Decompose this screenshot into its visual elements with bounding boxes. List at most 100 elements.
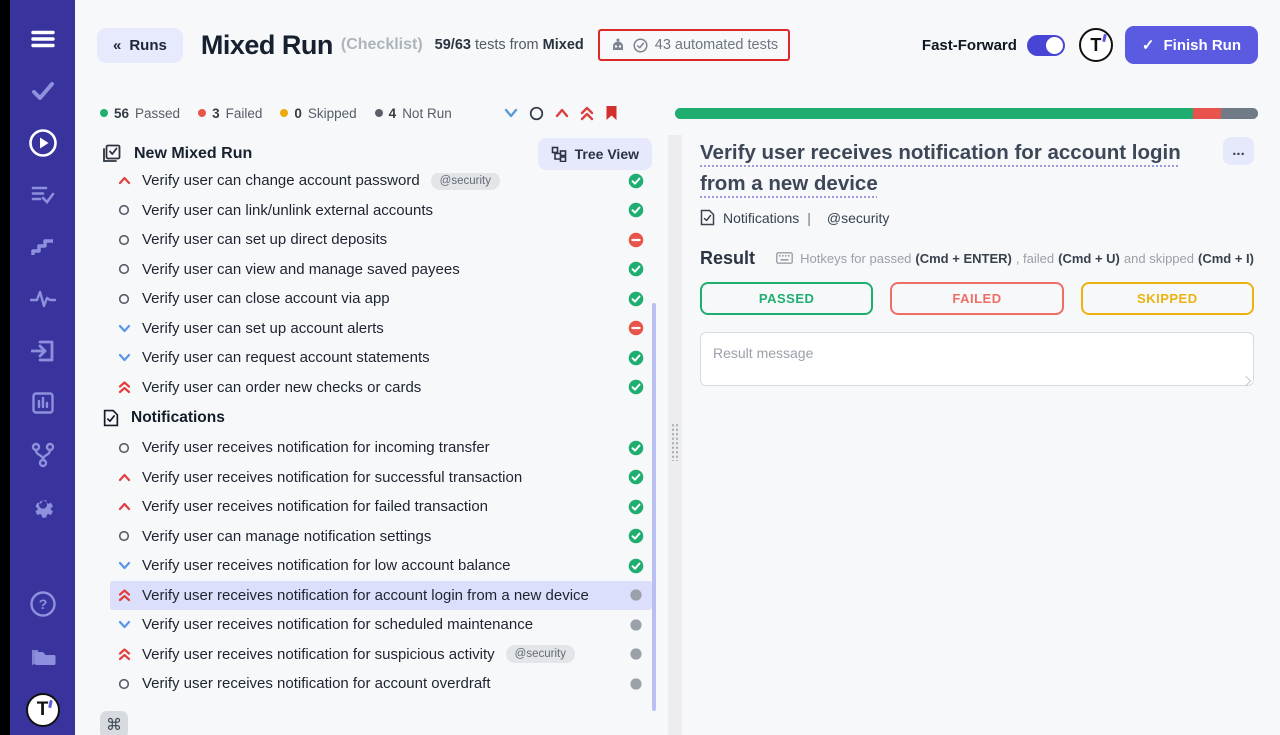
panel-resizer[interactable] xyxy=(668,135,682,735)
test-row-title: Verify user receives notification for su… xyxy=(142,469,522,486)
test-row[interactable]: Verify user receives notification for ac… xyxy=(110,669,652,699)
test-row[interactable]: Verify user can change account password @… xyxy=(110,173,652,196)
logo-accent xyxy=(48,700,53,708)
priority-high-icon xyxy=(118,472,131,483)
test-row[interactable]: Verify user can manage notification sett… xyxy=(110,522,652,552)
priority-normal-icon xyxy=(118,234,131,246)
status-passed-icon xyxy=(628,558,644,574)
status-passed-icon xyxy=(628,173,644,189)
result-message-input[interactable] xyxy=(700,332,1254,386)
play-circle-icon[interactable] xyxy=(28,128,58,158)
finish-run-button[interactable]: ✓ Finish Run xyxy=(1125,26,1258,64)
circle-icon[interactable] xyxy=(529,106,544,121)
test-row-title: Verify user can set up account alerts xyxy=(142,320,384,337)
document-check-icon xyxy=(103,409,119,427)
priority-normal-icon xyxy=(118,263,131,275)
folder-icon[interactable] xyxy=(28,641,58,671)
test-list-panel: New Mixed Run Tree View Verify user can … xyxy=(75,135,668,735)
test-row[interactable]: Verify user receives notification for su… xyxy=(110,640,652,670)
test-breadcrumb: Notifications | @security xyxy=(700,209,1254,226)
finish-run-label: Finish Run xyxy=(1164,37,1242,54)
fast-forward-label: Fast-Forward xyxy=(922,37,1017,54)
test-tag[interactable]: @security xyxy=(506,645,575,663)
test-row-title: Verify user can change account password xyxy=(142,173,420,189)
test-row[interactable]: Verify user can request account statemen… xyxy=(110,343,652,373)
app-logo-button[interactable]: T xyxy=(1079,28,1113,62)
menu-icon[interactable] xyxy=(28,24,58,54)
fast-forward-toggle[interactable] xyxy=(1027,35,1065,56)
test-row[interactable]: Verify user can set up direct deposits xyxy=(110,225,652,255)
suite-name[interactable]: Notifications xyxy=(723,210,799,226)
priority-normal-icon xyxy=(118,678,131,690)
list-scrollbar[interactable] xyxy=(652,303,656,711)
back-to-runs-button[interactable]: « Runs xyxy=(97,28,183,63)
count-failed[interactable]: 3Failed xyxy=(198,106,262,121)
testomat-logo[interactable]: T xyxy=(26,693,60,727)
test-detail-panel: Verify user receives notification for ac… xyxy=(682,135,1280,735)
test-list: Verify user can change account password @… xyxy=(75,173,668,735)
test-row[interactable]: Verify user can order new checks or card… xyxy=(110,373,652,403)
priority-low-icon xyxy=(118,352,131,363)
test-row-title: Verify user can order new checks or card… xyxy=(142,379,421,396)
test-row[interactable]: Verify user can set up account alerts xyxy=(110,314,652,344)
progress-segment-not_run xyxy=(1221,108,1258,119)
test-row[interactable]: Verify user can link/unlink external acc… xyxy=(110,196,652,226)
result-passed-button[interactable]: PASSED xyxy=(700,282,873,315)
double-chevron-up-icon[interactable] xyxy=(580,106,594,121)
test-row[interactable]: Verify user receives notification for in… xyxy=(110,433,652,463)
page-title: Mixed Run xyxy=(201,30,333,61)
status-passed-icon xyxy=(628,528,644,544)
status-passed-icon xyxy=(628,469,644,485)
count-skipped[interactable]: 0Skipped xyxy=(280,106,356,121)
automated-tests-badge[interactable]: 43 automated tests xyxy=(598,29,790,61)
run-title-group: New Mixed Run xyxy=(100,144,252,164)
command-palette-button[interactable]: ⌘ xyxy=(100,711,128,735)
login-icon[interactable] xyxy=(28,336,58,366)
test-row[interactable]: Verify user receives notification for ac… xyxy=(110,581,652,611)
help-icon[interactable]: ? xyxy=(28,589,58,619)
priority-urgent-icon xyxy=(118,381,131,394)
status-failed-icon xyxy=(628,232,644,248)
gear-icon[interactable] xyxy=(28,492,58,522)
test-row[interactable]: Verify user receives notification for lo… xyxy=(110,551,652,581)
tree-view-icon xyxy=(551,146,567,162)
bookmark-icon[interactable] xyxy=(605,105,618,121)
count-value: 0 xyxy=(294,106,302,121)
keyboard-icon xyxy=(776,252,793,264)
test-row[interactable]: Verify user can view and manage saved pa… xyxy=(110,255,652,285)
chevron-up-icon[interactable] xyxy=(555,107,569,119)
steps-icon[interactable] xyxy=(28,232,58,262)
pulse-icon[interactable] xyxy=(28,284,58,314)
result-failed-button[interactable]: FAILED xyxy=(890,282,1063,315)
section-header[interactable]: Notifications xyxy=(103,402,668,433)
test-row[interactable]: Verify user receives notification for su… xyxy=(110,463,652,493)
status-passed-icon xyxy=(628,350,644,366)
result-skipped-button[interactable]: SKIPPED xyxy=(1081,282,1254,315)
test-row-title: Verify user can request account statemen… xyxy=(142,349,430,366)
tree-view-label: Tree View xyxy=(575,146,639,162)
priority-high-icon xyxy=(118,175,131,186)
bar-chart-icon[interactable] xyxy=(28,388,58,418)
count-passed[interactable]: 56Passed xyxy=(100,106,180,121)
priority-urgent-icon xyxy=(118,648,131,661)
count-not-run[interactable]: 4Not Run xyxy=(375,106,452,121)
hotkeys-text: and skipped xyxy=(1124,251,1194,266)
check-icon[interactable] xyxy=(28,76,58,106)
test-row-title: Verify user can link/unlink external acc… xyxy=(142,202,433,219)
security-tag[interactable]: @security xyxy=(819,210,897,226)
test-row[interactable]: Verify user can close account via app xyxy=(110,284,652,314)
result-message-wrap xyxy=(700,332,1254,391)
branch-icon[interactable] xyxy=(28,440,58,470)
detail-title-row: Verify user receives notification for ac… xyxy=(700,137,1254,199)
more-options-button[interactable]: ... xyxy=(1223,137,1254,165)
chevron-down-icon[interactable] xyxy=(504,107,518,119)
test-row[interactable]: Verify user receives notification for sc… xyxy=(110,610,652,640)
priority-normal-icon xyxy=(118,442,131,454)
status-dot-icon xyxy=(100,109,108,117)
test-title[interactable]: Verify user receives notification for ac… xyxy=(700,137,1223,199)
test-row[interactable]: Verify user receives notification for fa… xyxy=(110,492,652,522)
status-passed-icon xyxy=(628,499,644,515)
checklist-icon[interactable] xyxy=(28,180,58,210)
tree-view-button[interactable]: Tree View xyxy=(538,138,652,170)
test-tag[interactable]: @security xyxy=(431,173,500,190)
